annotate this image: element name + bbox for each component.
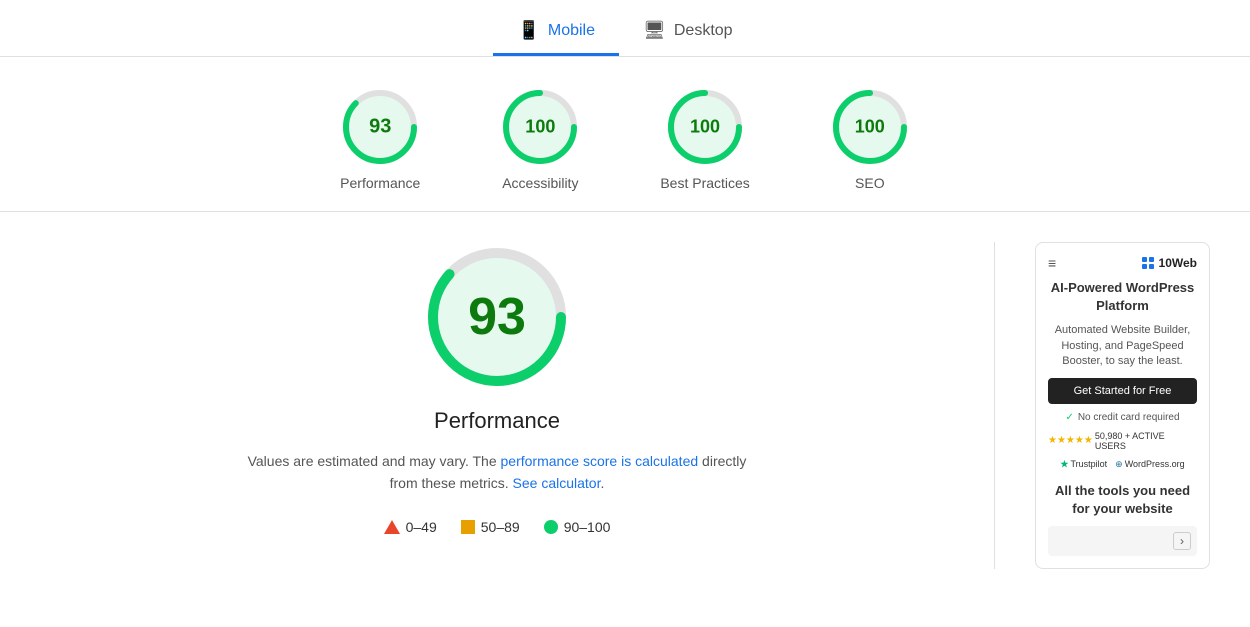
trustpilot-label: ★ Trustpilot [1060, 459, 1107, 470]
mobile-icon: 📱 [517, 20, 539, 41]
performance-title: Performance [434, 408, 560, 434]
big-score-circle: 93 [422, 242, 572, 392]
desc-period: . [600, 475, 604, 491]
score-value-best-practices: 100 [690, 117, 720, 138]
wordpress-label: ⊕ WordPress.org [1115, 459, 1184, 470]
trustpilot-block: ★★★★★ 50,980 + ACTIVE USERS [1048, 431, 1197, 451]
legend-green-range: 90–100 [564, 519, 611, 535]
vertical-divider [994, 242, 995, 569]
stars-icon: ★★★★★ [1048, 435, 1093, 446]
10web-logo-icon [1141, 256, 1155, 270]
ad-trust-logos: ★ Trustpilot ⊕ WordPress.org [1048, 459, 1197, 470]
ad-section-title: All the tools you need for your website [1048, 482, 1197, 518]
perf-score-link[interactable]: performance score is calculated [501, 453, 699, 469]
description-text: Values are estimated and may vary. The p… [247, 450, 747, 495]
score-circle-accessibility: 100 [500, 87, 580, 167]
legend-orange-range: 50–89 [481, 519, 520, 535]
score-seo: 100 SEO [830, 87, 910, 191]
ad-header: ≡ 10Web [1048, 255, 1197, 271]
calculator-link[interactable]: See calculator [513, 475, 601, 491]
ad-cta-button[interactable]: Get Started for Free [1048, 378, 1197, 404]
hamburger-icon[interactable]: ≡ [1048, 255, 1056, 271]
ad-title: AI-Powered WordPress Platform [1048, 279, 1197, 315]
ad-logo: 10Web [1141, 256, 1197, 270]
score-circle-seo: 100 [830, 87, 910, 167]
score-circle-best-practices: 100 [665, 87, 745, 167]
user-count: 50,980 + ACTIVE USERS [1095, 431, 1197, 451]
wordpress-text: WordPress.org [1125, 459, 1185, 469]
score-best-practices: 100 Best Practices [660, 87, 749, 191]
ad-bottom-image: › [1048, 526, 1197, 556]
wordpress-wp-icon: ⊕ [1115, 459, 1123, 470]
ad-panel: ≡ 10Web AI-Powered WordPress Platform Au… [1035, 242, 1210, 569]
desktop-icon: 🖥 [643, 20, 666, 41]
ad-brand-name: 10Web [1159, 256, 1197, 270]
desc-before-link: Values are estimated and may vary. The [248, 453, 501, 469]
tab-mobile[interactable]: 📱 Mobile [493, 10, 619, 56]
arrow-right-icon[interactable]: › [1173, 532, 1191, 550]
no-card-label: No credit card required [1078, 412, 1180, 423]
red-triangle-icon [384, 520, 400, 534]
tab-desktop[interactable]: 🖥 Desktop [619, 10, 757, 56]
score-performance: 93 Performance [340, 87, 420, 191]
score-label-best-practices: Best Practices [660, 175, 749, 191]
ad-no-card-text: ✓ No credit card required [1048, 412, 1197, 423]
trustpilot-tp-icon: ★ [1060, 459, 1068, 470]
score-label-seo: SEO [855, 175, 885, 191]
left-panel: 93 Performance Values are estimated and … [40, 242, 954, 569]
orange-square-icon [461, 520, 475, 534]
legend-red: 0–49 [384, 519, 437, 535]
big-score-value: 93 [468, 287, 526, 347]
score-value-performance: 93 [369, 116, 391, 139]
ad-subtitle: Automated Website Builder, Hosting, and … [1048, 323, 1197, 369]
legend-red-range: 0–49 [406, 519, 437, 535]
checkmark-icon: ✓ [1065, 412, 1073, 423]
trustpilot-text: Trustpilot [1070, 459, 1107, 469]
score-circle-performance: 93 [340, 87, 420, 167]
ad-trust-row: ★★★★★ 50,980 + ACTIVE USERS [1048, 431, 1197, 451]
legend-green: 90–100 [544, 519, 611, 535]
tabs-container: 📱 Mobile 🖥 Desktop [0, 0, 1250, 57]
score-label-performance: Performance [340, 175, 420, 191]
scores-row: 93 Performance 100 Accessibility 100 Bes… [0, 57, 1250, 212]
score-value-accessibility: 100 [525, 117, 555, 138]
legend: 0–49 50–89 90–100 [384, 519, 611, 535]
green-circle-icon [544, 520, 558, 534]
main-content: 93 Performance Values are estimated and … [0, 212, 1250, 599]
score-value-seo: 100 [855, 117, 885, 138]
legend-orange: 50–89 [461, 519, 520, 535]
tab-desktop-label: Desktop [674, 22, 733, 40]
score-accessibility: 100 Accessibility [500, 87, 580, 191]
tab-mobile-label: Mobile [548, 22, 595, 40]
score-label-accessibility: Accessibility [502, 175, 578, 191]
